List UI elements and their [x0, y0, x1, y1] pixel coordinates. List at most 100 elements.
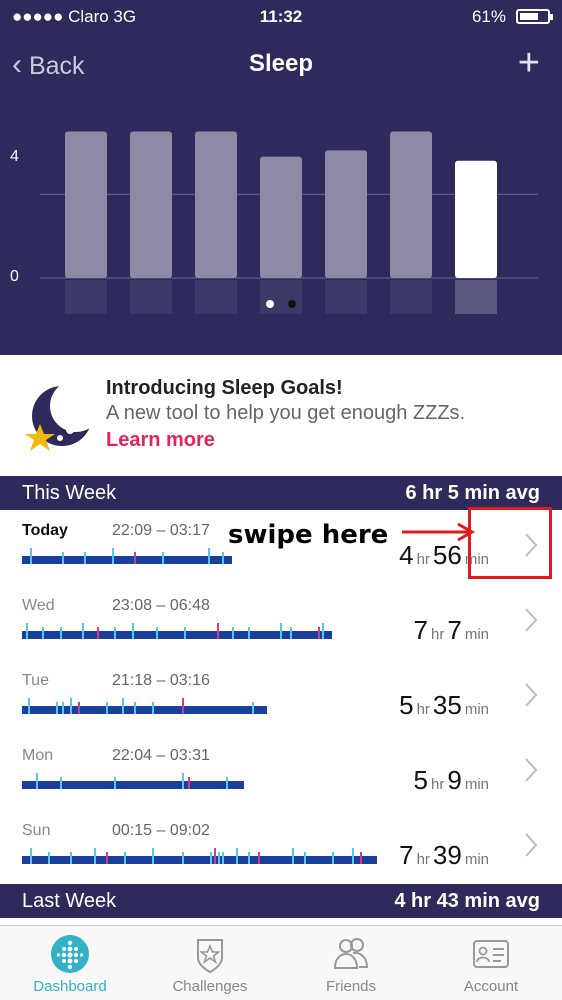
awake-mark: [214, 848, 216, 864]
min-unit: min: [464, 851, 489, 868]
awake-mark: [360, 852, 362, 864]
hr-unit: hr: [416, 551, 430, 568]
awake-mark: [152, 702, 154, 714]
annotation-highlight-box: [468, 507, 552, 579]
row-time-range: 21:18 – 03:16: [112, 672, 210, 689]
annotation-text: swipe here: [228, 520, 389, 550]
tab-challenges[interactable]: Challenges: [140, 926, 280, 1000]
sleep-row-sun[interactable]: Sun 00:15 – 09:02 7 hr 39 min: [0, 810, 562, 886]
awake-mark: [48, 852, 50, 864]
sleep-goals-promo[interactable]: Introducing Sleep Goals! A new tool to h…: [0, 355, 562, 475]
awake-mark: [332, 852, 334, 864]
this-week-label: This Week: [22, 482, 117, 504]
sleep-bar-chart: [40, 131, 538, 314]
sleep-bar[interactable]: [455, 160, 497, 278]
duration-minutes: 56: [432, 540, 462, 570]
last-week-header[interactable]: Last Week 4 hr 43 min avg: [0, 884, 562, 918]
awake-mark: [236, 848, 238, 864]
duration-hours: 7: [399, 840, 414, 870]
awake-mark: [182, 698, 184, 714]
awake-mark: [36, 773, 38, 789]
awake-mark: [42, 627, 44, 639]
awake-mark: [280, 623, 282, 639]
awake-mark: [182, 852, 184, 864]
awake-mark: [94, 848, 96, 864]
row-day: Wed: [22, 597, 55, 614]
tab-label: Dashboard: [33, 978, 107, 995]
last-week-avg: 4 hr 43 min avg: [394, 890, 540, 912]
awake-mark: [56, 702, 58, 714]
awake-mark: [226, 777, 228, 789]
sleep-bar[interactable]: [130, 131, 172, 278]
y-tick-label: 4: [10, 148, 19, 165]
min-unit: min: [464, 626, 489, 643]
awake-mark: [352, 848, 354, 864]
awake-mark: [210, 852, 212, 864]
awake-mark: [152, 848, 154, 864]
page-dot: [288, 300, 297, 308]
challenges-icon: [197, 939, 223, 974]
row-duration: 5 hr 35 min: [399, 690, 492, 721]
asleep-segment: [22, 856, 377, 864]
this-week-avg: 6 hr 5 min avg: [405, 482, 541, 504]
sleep-pattern-bar: [22, 623, 332, 639]
awake-mark: [322, 623, 324, 639]
sleep-bar[interactable]: [325, 150, 367, 278]
this-week-header: This Week 6 hr 5 min avg: [0, 476, 562, 510]
awake-mark: [112, 548, 114, 564]
chevron-right-icon: [525, 833, 538, 857]
awake-mark: [124, 852, 126, 864]
awake-mark: [114, 777, 116, 789]
sleep-bar[interactable]: [260, 156, 302, 278]
awake-mark: [182, 773, 184, 789]
chevron-right-icon: [525, 758, 538, 782]
awake-mark: [30, 548, 32, 564]
awake-mark: [188, 777, 190, 789]
awake-mark: [82, 623, 84, 639]
awake-mark: [184, 627, 186, 639]
awake-mark: [134, 552, 136, 564]
row-time-range: 23:08 – 06:48: [112, 597, 210, 614]
sleep-bar[interactable]: [195, 131, 237, 278]
sleep-chart[interactable]: 4 0: [0, 90, 562, 355]
awake-mark: [156, 627, 158, 639]
awake-mark: [28, 698, 30, 714]
duration-minutes: 9: [447, 765, 462, 795]
awake-mark: [60, 777, 62, 789]
awake-mark: [78, 702, 80, 714]
tab-account[interactable]: Account: [421, 926, 561, 1000]
awake-mark: [252, 702, 254, 714]
tab-dashboard[interactable]: Dashboard: [0, 926, 140, 1000]
nav-bar: ‹ Back Sleep +: [0, 40, 562, 88]
sleep-row-tue[interactable]: Tue 21:18 – 03:16 5 hr 35 min: [0, 660, 562, 736]
awake-mark: [97, 627, 99, 639]
sleep-pattern-bar: [22, 773, 244, 789]
tab-friends[interactable]: Friends: [281, 926, 421, 1000]
add-button[interactable]: +: [518, 42, 540, 85]
sleep-row-wed[interactable]: Wed 23:08 – 06:48 7 hr 7 min: [0, 585, 562, 661]
awake-mark: [84, 552, 86, 564]
awake-mark: [62, 552, 64, 564]
sleep-pattern-bar: [22, 698, 267, 714]
min-unit: min: [464, 701, 489, 718]
battery-icon: [516, 9, 553, 24]
sleep-pattern-bar: [22, 848, 377, 864]
status-bar: ●●●●● Claro 3G 11:32 61%: [0, 0, 562, 32]
sleep-bar[interactable]: [390, 131, 432, 278]
page-indicator[interactable]: [0, 295, 562, 313]
duration-minutes: 39: [432, 840, 462, 870]
awake-mark: [62, 702, 64, 714]
awake-mark: [60, 627, 62, 639]
duration-hours: 7: [413, 615, 429, 645]
promo-text: A new tool to help you get enough ZZZs.: [106, 402, 466, 424]
sleep-bar[interactable]: [65, 131, 107, 278]
learn-more-link[interactable]: Learn more: [106, 429, 215, 452]
awake-mark: [162, 552, 164, 564]
awake-mark: [248, 852, 250, 864]
awake-mark: [290, 627, 292, 639]
sleep-row-mon[interactable]: Mon 22:04 – 03:31 5 hr 9 min: [0, 735, 562, 811]
asleep-segment: [22, 556, 232, 564]
row-day: Today: [22, 522, 68, 539]
awake-mark: [258, 852, 260, 864]
chevron-right-icon: [525, 683, 538, 707]
